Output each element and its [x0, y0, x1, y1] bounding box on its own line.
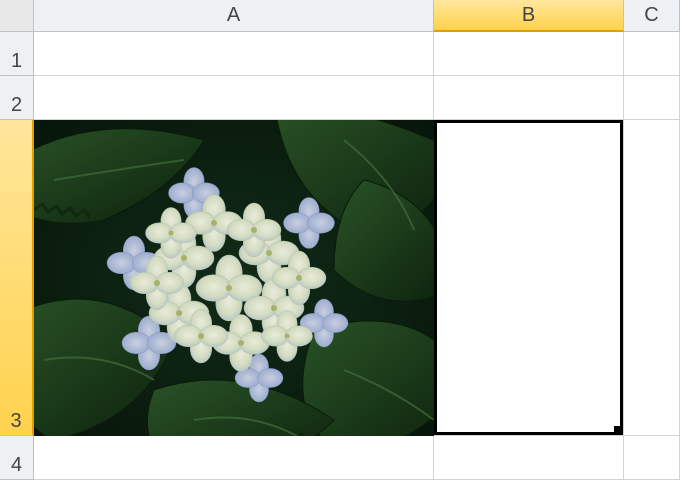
cell-C4[interactable] — [624, 436, 680, 480]
cell-A3[interactable] — [34, 120, 434, 436]
cell-area — [34, 32, 680, 480]
cell-selection-rectangle — [434, 120, 623, 435]
cell-B3[interactable] — [434, 120, 624, 436]
cell-C2[interactable] — [624, 76, 680, 120]
cell-C3[interactable] — [624, 120, 680, 436]
row-header-3[interactable]: 3 — [0, 120, 34, 436]
column-header-B[interactable]: B — [434, 0, 624, 32]
column-header-row: A B C — [0, 0, 680, 32]
cell-A1[interactable] — [34, 32, 434, 76]
select-all-corner[interactable] — [0, 0, 34, 32]
cell-A4[interactable] — [34, 436, 434, 480]
row-header-column: 1 2 3 4 — [0, 32, 34, 480]
cell-C1[interactable] — [624, 32, 680, 76]
cell-B4[interactable] — [434, 436, 624, 480]
row-header-2[interactable]: 2 — [0, 76, 34, 120]
column-header-A[interactable]: A — [34, 0, 434, 32]
column-header-C[interactable]: C — [624, 0, 680, 32]
embedded-image[interactable] — [34, 120, 434, 436]
row-header-4[interactable]: 4 — [0, 436, 34, 480]
row-header-1[interactable]: 1 — [0, 32, 34, 76]
cell-A2[interactable] — [34, 76, 434, 120]
cell-B1[interactable] — [434, 32, 624, 76]
spreadsheet-grid[interactable]: A B C 1 2 3 4 — [0, 0, 680, 500]
cell-B2[interactable] — [434, 76, 624, 120]
fill-handle[interactable] — [614, 426, 623, 435]
